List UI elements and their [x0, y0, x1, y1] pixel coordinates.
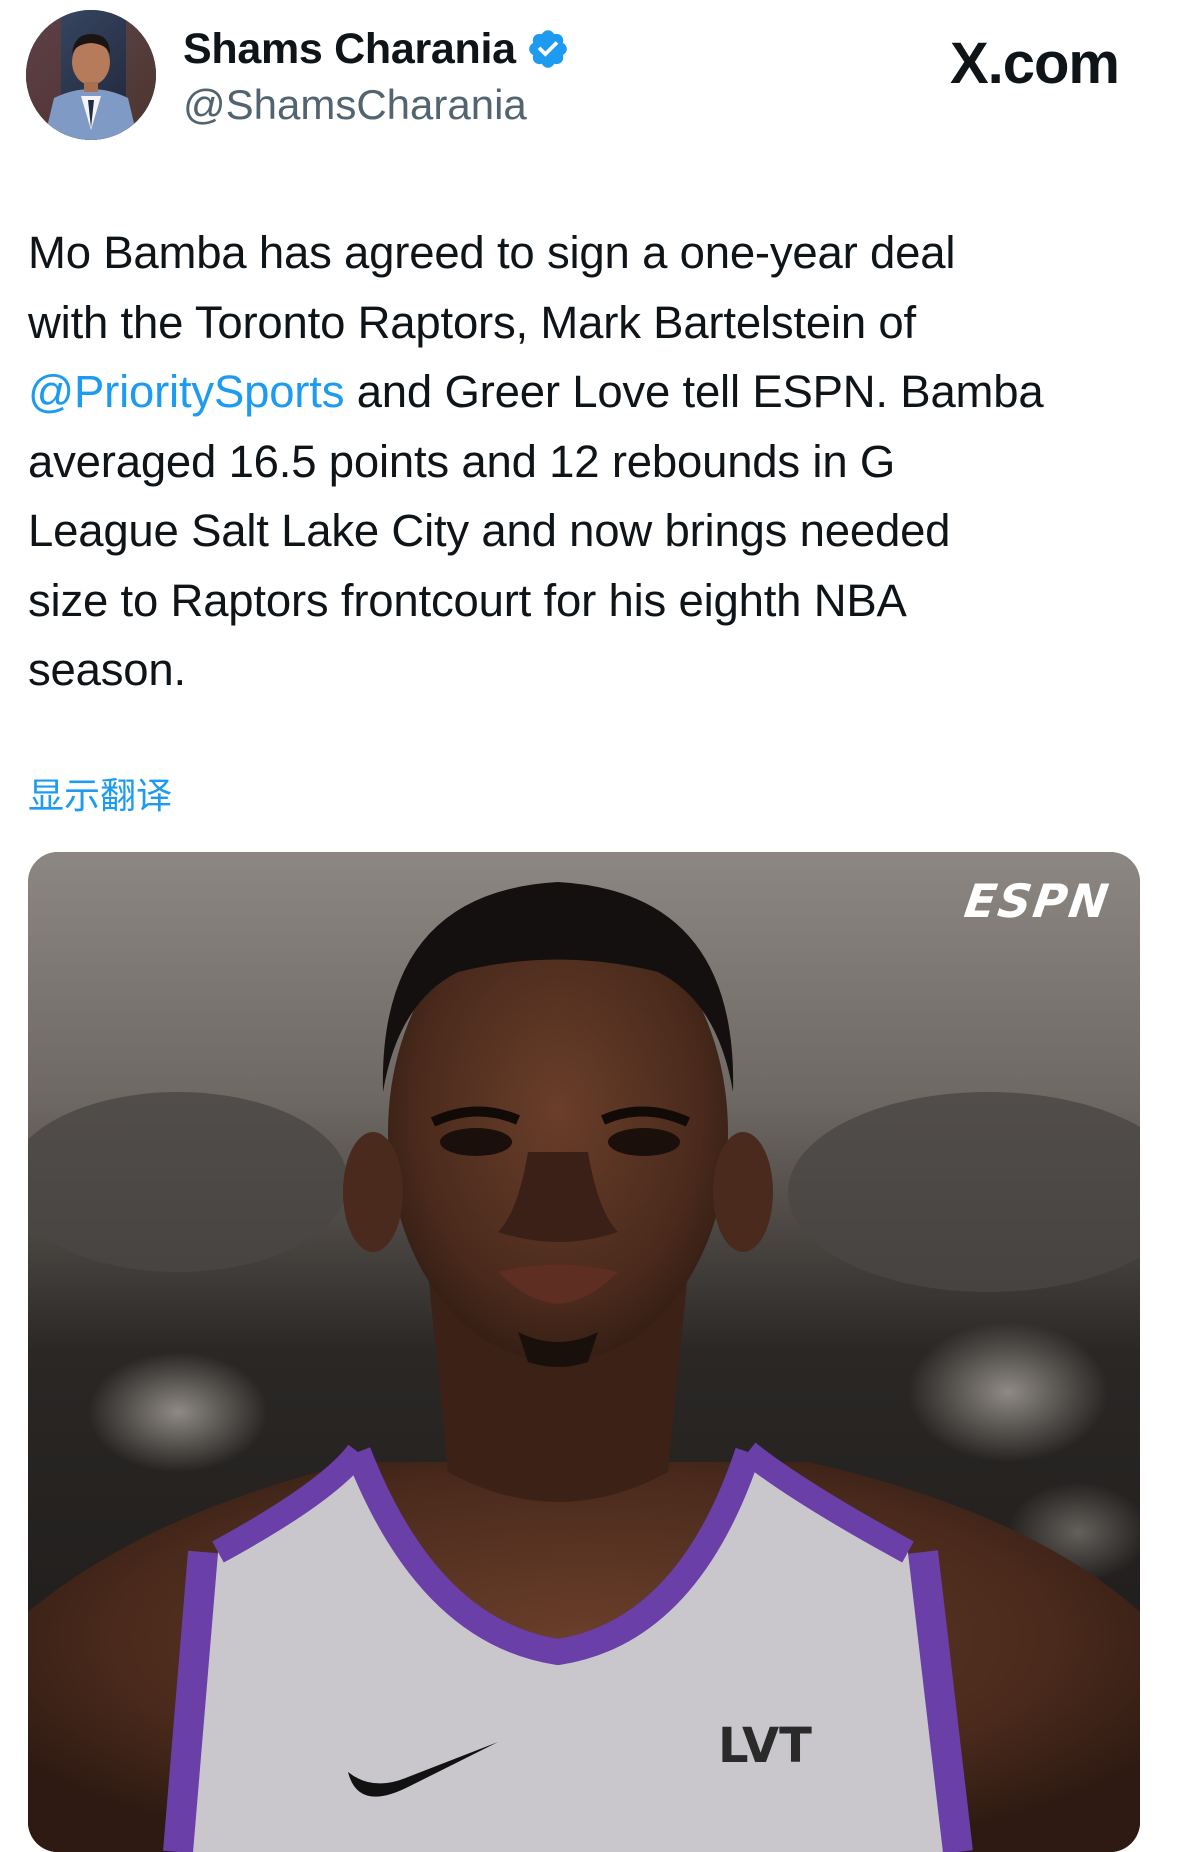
tweet-media-image[interactable]: LVT ESPN — [28, 852, 1140, 1852]
show-translation-link[interactable]: 显示翻译 — [28, 775, 172, 819]
tweet-header: Shams Charania @ShamsCharania X.com — [0, 0, 1179, 150]
jersey-logo-text: LVT — [718, 1718, 812, 1774]
author-avatar[interactable] — [26, 10, 156, 140]
x-site-mark: X.com — [949, 31, 1120, 96]
player-photo: LVT — [28, 852, 1140, 1852]
tweet-text-part-1: Mo Bamba has agreed to sign a one-year d… — [28, 227, 956, 348]
espn-watermark: ESPN — [961, 874, 1114, 928]
author-name[interactable]: Shams Charania — [183, 24, 516, 74]
tweet-text: Mo Bamba has agreed to sign a one-year d… — [28, 218, 1158, 705]
author-handle[interactable]: @ShamsCharania — [183, 80, 527, 130]
mention-link[interactable]: @PrioritySports — [28, 366, 344, 417]
author-name-row: Shams Charania — [183, 24, 570, 74]
verified-badge-icon — [526, 27, 570, 71]
